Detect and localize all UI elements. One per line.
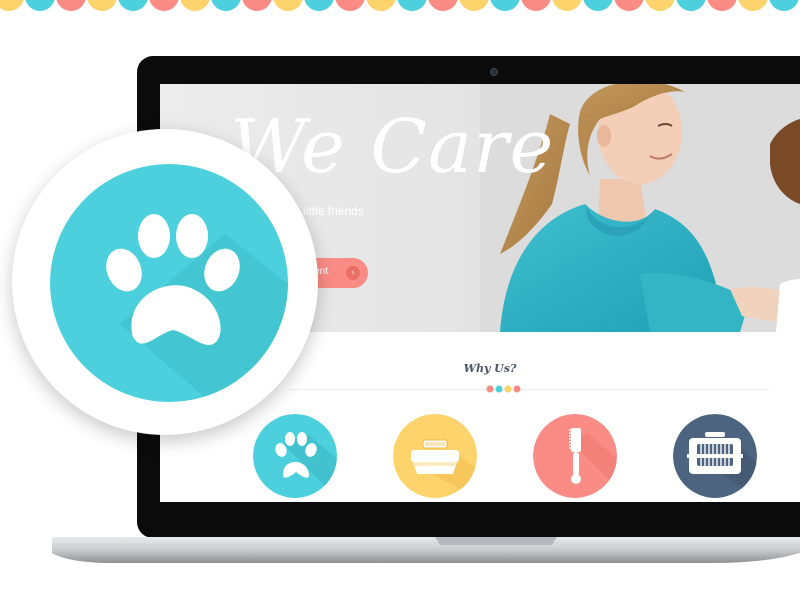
pet-carrier-icon (673, 414, 757, 498)
scallop (521, 0, 551, 11)
feature-paw[interactable] (253, 414, 337, 498)
scallop (180, 0, 210, 11)
scallop (552, 0, 582, 11)
feature-grooming[interactable] (533, 414, 617, 498)
scallop (459, 0, 489, 11)
webcam-icon (490, 68, 498, 76)
scallop (56, 0, 86, 11)
scallop (366, 0, 396, 11)
scallop (707, 0, 737, 11)
scallop (87, 0, 117, 11)
featured-paw-badge (50, 164, 288, 402)
chevron-right-icon: › (346, 266, 360, 280)
scallop (118, 0, 148, 11)
feature-carrier[interactable] (673, 414, 757, 498)
scallop (397, 0, 427, 11)
scallop (304, 0, 334, 11)
hero-title: We Care (230, 104, 555, 190)
scalloped-border (0, 0, 799, 11)
scallop (273, 0, 303, 11)
scallop (769, 0, 799, 11)
scallop (490, 0, 520, 11)
scallop (738, 0, 768, 11)
scallop (335, 0, 365, 11)
decorative-dots (486, 385, 521, 393)
grooming-brush-icon (533, 414, 617, 498)
laptop-base (52, 537, 800, 563)
scallop (645, 0, 675, 11)
scallop (242, 0, 272, 11)
scallop (676, 0, 706, 11)
canvas: We Care little friends ment › Why Us? (0, 0, 800, 600)
section-divider (290, 389, 770, 390)
scallop (25, 0, 55, 11)
hero-subtitle: little friends (303, 204, 364, 218)
why-us-heading: Why Us? (463, 362, 517, 375)
scallop (0, 0, 24, 11)
scallop (211, 0, 241, 11)
feature-pet-bed[interactable] (393, 414, 477, 498)
scallop (583, 0, 613, 11)
paw-icon (50, 164, 288, 402)
scallop (149, 0, 179, 11)
scallop (614, 0, 644, 11)
pet-bed-icon (393, 414, 477, 498)
paw-icon (253, 414, 337, 498)
scallop (428, 0, 458, 11)
